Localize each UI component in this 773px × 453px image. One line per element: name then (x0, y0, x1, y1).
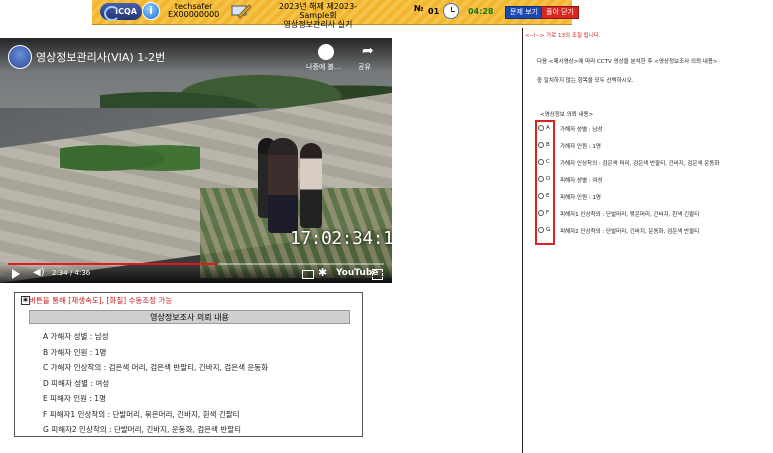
progress-fill (8, 263, 218, 265)
scene-person (300, 143, 322, 228)
option-letter: C (546, 159, 550, 165)
scene-hedge (60, 138, 200, 178)
question-note: <--!--> 가로 13의 조절 됩니다. (525, 33, 601, 39)
cctv-timestamp: 17:02:34:19 (290, 228, 392, 249)
list-item: B 가해자 인원 : 1명 (43, 347, 107, 357)
list-item: A 가해자 성별 : 남성 (43, 332, 109, 341)
options-heading: <영상정보 의뢰 내용> (540, 112, 594, 118)
radio-button[interactable] (538, 210, 544, 216)
option-letter: G (546, 227, 551, 233)
clock-icon (443, 3, 459, 19)
pencil-icon[interactable] (230, 3, 252, 19)
share-icon[interactable]: ➦ (362, 44, 374, 58)
option-letter: D (546, 176, 551, 182)
fullscreen-icon[interactable] (372, 269, 383, 280)
option-text: 피해자1 인상착의 : 단발머리, 묶은머리, 긴바지, 흰색 긴팔티 (560, 212, 700, 218)
request-info-panel: ▣ 버튼을 통해 [재생속도], [화질] 수동조정 가능 영상정보조사 의뢰 … (14, 292, 363, 437)
option-text: 가해자 인상착의 : 검은색 머리, 검은색 반팔티, 긴바지, 검은색 운동화 (560, 161, 720, 167)
play-icon[interactable] (12, 269, 20, 279)
question-text: 중 일치하지 않는 항목을 모두 선택하시오. (537, 78, 634, 84)
radio-button[interactable] (538, 193, 544, 199)
panel-header: 영상정보조사 의뢰 내용 (29, 310, 350, 324)
option-text: 가해자 성별 : 남성 (560, 127, 603, 133)
progress-bar[interactable] (8, 263, 384, 265)
question-text: 다음 <제시영상>에 따라 CCTV 영상을 분석한 후 <영상정보조사 의뢰 … (537, 59, 718, 65)
page-number: 01 (428, 7, 440, 16)
timer: 04:28 (468, 7, 494, 16)
exam-number: EX00000000 (168, 10, 220, 19)
icqa-logo: ICQA (100, 3, 142, 21)
radio-button[interactable] (538, 159, 544, 165)
video-time: 2:34 / 4:36 (52, 269, 91, 277)
list-item: D 피해자 성별 : 여성 (43, 378, 110, 388)
playback-hint: 버튼을 통해 [재생속도], [화질] 수동조정 가능 (29, 296, 173, 305)
volume-icon[interactable]: ◀) (33, 267, 45, 278)
player-controls: ◀) 2:34 / 4:36 ✱ YouTube (0, 265, 392, 283)
request-list: A 가해자 성별 : 남성 B 가해자 인원 : 1명 C 가해자 인상착의 :… (43, 329, 268, 438)
view-question-button[interactable]: 문제 보기 (505, 6, 543, 19)
pane-divider[interactable] (522, 28, 523, 453)
option-letter: A (546, 125, 550, 131)
exam-title-line2: 영상정보관리사 실기 (283, 20, 353, 29)
close-solution-button[interactable]: 풀이 닫기 (541, 6, 579, 19)
page-icon: № (414, 4, 424, 13)
exam-title-line1: 2023년 해제 제2023-Sample회 (278, 2, 358, 20)
list-item: F 피해자1 인상착의 : 단발머리, 묶은머리, 긴바지, 흰색 긴팔티 (43, 409, 240, 419)
option-letter: F (546, 210, 550, 216)
option-text: 가해자 인원 : 1명 (560, 144, 601, 150)
radio-button[interactable] (538, 125, 544, 131)
answer-highlight-box (535, 120, 555, 245)
list-item: C 가해자 인상착의 : 검은색 머리, 검은색 반팔티, 긴바지, 검은색 운… (43, 363, 269, 372)
subtitles-icon[interactable] (302, 270, 314, 279)
settings-icon[interactable]: ✱ (318, 266, 327, 279)
channel-avatar[interactable] (8, 45, 32, 69)
watch-later-label: 나중에 볼… (306, 63, 341, 71)
radio-button[interactable] (538, 227, 544, 233)
option-text: 피해자 인원 : 1명 (560, 195, 601, 201)
list-item: E 피해자 인원 : 1명 (43, 394, 106, 403)
option-letter: E (546, 193, 550, 199)
scene-person (268, 138, 298, 233)
radio-button[interactable] (538, 142, 544, 148)
user-info: techsafer EX00000000 (168, 3, 219, 19)
video-player[interactable]: 영상정보관리사(VIA) 1-2번 ➦ 나중에 볼… 공유 17:02:34:1… (0, 38, 392, 283)
option-letter: B (546, 142, 550, 148)
watch-later-icon[interactable] (318, 44, 334, 60)
video-title[interactable]: 영상정보관리사(VIA) 1-2번 (36, 49, 165, 65)
info-icon[interactable]: i (142, 2, 160, 20)
option-text: 피해자 성별 : 여성 (560, 178, 603, 184)
exam-title: 2023년 해제 제2023-Sample회 영상정보관리사 실기 (268, 2, 368, 29)
list-item: G 피해자2 인상착의 : 단발머리, 긴바지, 운동화, 검은색 반팔티 (43, 425, 242, 434)
share-label: 공유 (358, 63, 371, 71)
radio-button[interactable] (538, 176, 544, 182)
option-text: 피해자2 인상착의 : 단발머리, 긴바지, 운동화, 검은색 반팔티 (560, 229, 700, 235)
